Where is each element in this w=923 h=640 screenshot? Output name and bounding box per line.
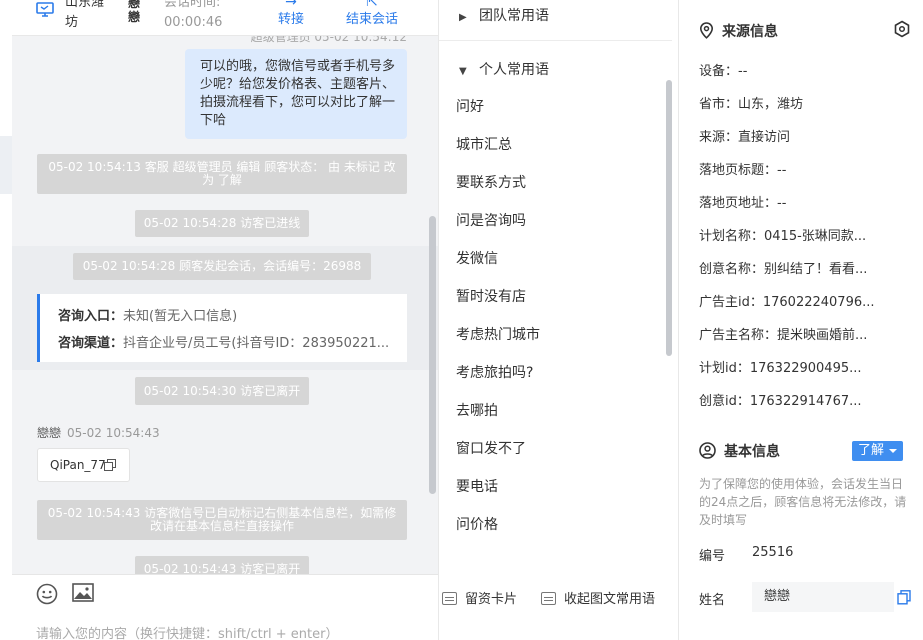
name-label: 姓名 [699, 593, 726, 608]
system-message: 05-02 10:54:43 访客已离开 [135, 556, 309, 574]
phrase-item[interactable]: 发微信 [456, 248, 498, 268]
system-message: 05-02 10:54:13 客服 超级管理员 编辑 顾客状态： 由 未标记 改… [37, 154, 407, 194]
team-phrases-label: 团队常用语 [479, 8, 549, 24]
id-value: 25516 [752, 545, 794, 560]
end-session-button[interactable]: ⇱ 结束会话 [337, 0, 407, 28]
source-row: 省市：山东，潍坊 [699, 97, 804, 112]
source-row: 来源：直接访问 [699, 130, 791, 145]
system-message: 05-02 10:54:43 访客微信号已自动标记右侧基本信息栏，如需修改请在基… [37, 500, 407, 540]
end-session-label: 结束会话 [345, 12, 398, 27]
message-input[interactable]: 请输入您的内容（换行快捷键：shift/ctrl + enter） [36, 623, 339, 640]
source-row: 落地页地址：-- [699, 196, 787, 211]
entry-info-card: 咨询入口：未知(暂无入口信息) 咨询渠道：抖音企业号/员工号(抖音号ID：283… [37, 294, 407, 362]
message-icon [541, 592, 556, 605]
caret-right-icon: ▶ [459, 12, 467, 23]
phrase-item[interactable]: 问是咨询吗 [456, 210, 526, 230]
customer-info-panel: 来源信息 设备：-- 省市：山东，潍坊 来源：直接访问 落地页标题：-- 落地页… [679, 0, 923, 640]
personal-phrases-group[interactable]: ▼ 个人常用语 [459, 59, 549, 79]
card-icon [442, 592, 457, 605]
caret-down-icon: ▼ [459, 66, 467, 77]
phrases-scrollbar[interactable] [666, 80, 672, 356]
source-row: 落地页标题：-- [699, 163, 787, 178]
edit-notice: 为了保障您的使用体验，会话发生当日的24点之后，顾客信息将无法修改，请及时填写 [699, 477, 907, 527]
customer-name: 戀戀 [128, 0, 141, 24]
team-phrases-group[interactable]: ▶ 团队常用语 [459, 5, 549, 25]
collapse-phrases-button[interactable]: 收起图文常用语 [541, 588, 655, 607]
incoming-sender: 戀戀 [37, 426, 62, 440]
customer-location: 山东潍 坊 [65, 0, 105, 30]
incoming-meta: 戀戀 05-02 10:54:43 [37, 424, 160, 441]
lead-card-button[interactable]: 留资卡片 [442, 588, 517, 607]
copy-icon[interactable] [104, 459, 116, 471]
exit-icon: ⇱ [366, 0, 378, 10]
system-message: 05-02 10:54:30 访客已离开 [135, 377, 309, 405]
incoming-time: 05-02 10:54:43 [67, 426, 160, 440]
phrase-item[interactable]: 要联系方式 [456, 172, 526, 192]
source-info-label: 来源信息 [722, 24, 778, 40]
phrase-item[interactable]: 去哪拍 [456, 400, 498, 420]
system-message: 05-02 10:54:28 顾客发起会话，会话编号：26988 [73, 253, 371, 280]
outgoing-message: 可以的哦，您微信号或者手机号多少呢？给您发价格表、主题客片、拍摄流程看下，您可以… [185, 49, 407, 139]
message-list[interactable]: 超级管理员 05-02 10:54:12 可以的哦，您微信号或者手机号多少呢？给… [12, 36, 438, 574]
location-pin-icon [699, 22, 714, 39]
phrase-item[interactable]: 暂时没有店 [456, 286, 526, 306]
session-duration: 会话时间: 00:00:46 [164, 0, 223, 30]
source-row: 设备：-- [699, 64, 748, 79]
divider [439, 40, 672, 41]
monitor-icon [36, 2, 54, 22]
chat-panel: 山东潍 坊 戀戀 会话时间: 00:00:46 → 转接 ⇱ 结束会话 超级管理… [0, 0, 438, 640]
transfer-label: 转接 [277, 12, 304, 27]
channel-row: 咨询渠道：抖音企业号/员工号(抖音号ID：283950221... [58, 330, 395, 357]
lead-card-label: 留资卡片 [465, 592, 518, 607]
left-gutter [0, 0, 12, 640]
channel-label: 咨询渠道： [58, 336, 124, 351]
transfer-button[interactable]: → 转接 [256, 0, 326, 28]
app-root: 山东潍 坊 戀戀 会话时间: 00:00:46 → 转接 ⇱ 结束会话 超级管理… [0, 0, 923, 640]
gutter-marker [0, 136, 12, 194]
quick-phrases-panel: ▶ 团队常用语 ▼ 个人常用语 问好 城市汇总 要联系方式 问是咨询吗 发微信 暂时… [438, 0, 679, 640]
message-meta: 超级管理员 05-02 10:54:12 [250, 36, 407, 44]
source-row: 计划id：176322900495... [699, 361, 862, 376]
image-icon[interactable] [72, 583, 94, 607]
entry-label: 咨询入口： [58, 309, 124, 324]
arrow-right-icon: → [285, 0, 297, 10]
entry-value: 未知(暂无入口信息) [123, 309, 238, 324]
source-info-title: 来源信息 [699, 21, 778, 41]
phrase-item[interactable]: 考虑热门城市 [456, 324, 540, 344]
settings-icon[interactable] [893, 20, 911, 38]
copy-icon[interactable] [897, 590, 911, 605]
basic-info-label: 基本信息 [724, 444, 780, 460]
entry-row: 咨询入口：未知(暂无入口信息) [58, 303, 395, 330]
system-message: 05-02 10:54:28 访客已进线 [135, 210, 309, 237]
status-badge[interactable]: 了解 [852, 441, 903, 461]
incoming-message[interactable]: QiPan_77 [37, 448, 130, 482]
incoming-message-text: QiPan_77 [50, 458, 106, 472]
phrase-item[interactable]: 考虑旅拍吗? [456, 362, 533, 382]
name-field[interactable]: 戀戀 [752, 582, 894, 612]
basic-info-title: 基本信息 [699, 441, 780, 461]
source-row: 创意id：176322914767... [699, 394, 862, 409]
phrase-item[interactable]: 问价格 [456, 514, 498, 534]
source-row: 计划名称：0415-张琳同款... [699, 229, 867, 244]
id-label: 编号 [699, 549, 726, 564]
source-row: 广告主名称：提米映画婚前... [699, 328, 868, 343]
source-row: 创意名称：别纠结了！看看... [699, 262, 868, 277]
phrase-item[interactable]: 要电话 [456, 476, 498, 496]
chat-header: 山东潍 坊 戀戀 会话时间: 00:00:46 → 转接 ⇱ 结束会话 [12, 0, 438, 36]
emoji-icon[interactable] [36, 583, 58, 609]
message-scrollbar[interactable] [429, 216, 436, 494]
user-circle-icon [699, 442, 716, 459]
collapse-phrases-label: 收起图文常用语 [564, 592, 656, 607]
message-composer: 请输入您的内容（换行快捷键：shift/ctrl + enter） [12, 574, 438, 640]
source-row: 广告主id：176022240796... [699, 295, 875, 310]
phrase-toolbar: 留资卡片 收起图文常用语 [439, 574, 678, 618]
phrase-item[interactable]: 窗口发不了 [456, 438, 526, 458]
phrase-item[interactable]: 问好 [456, 96, 484, 116]
channel-value: 抖音企业号/员工号(抖音号ID：283950221... [123, 336, 390, 351]
personal-phrases-label: 个人常用语 [479, 62, 549, 78]
phrase-item[interactable]: 城市汇总 [456, 134, 512, 154]
